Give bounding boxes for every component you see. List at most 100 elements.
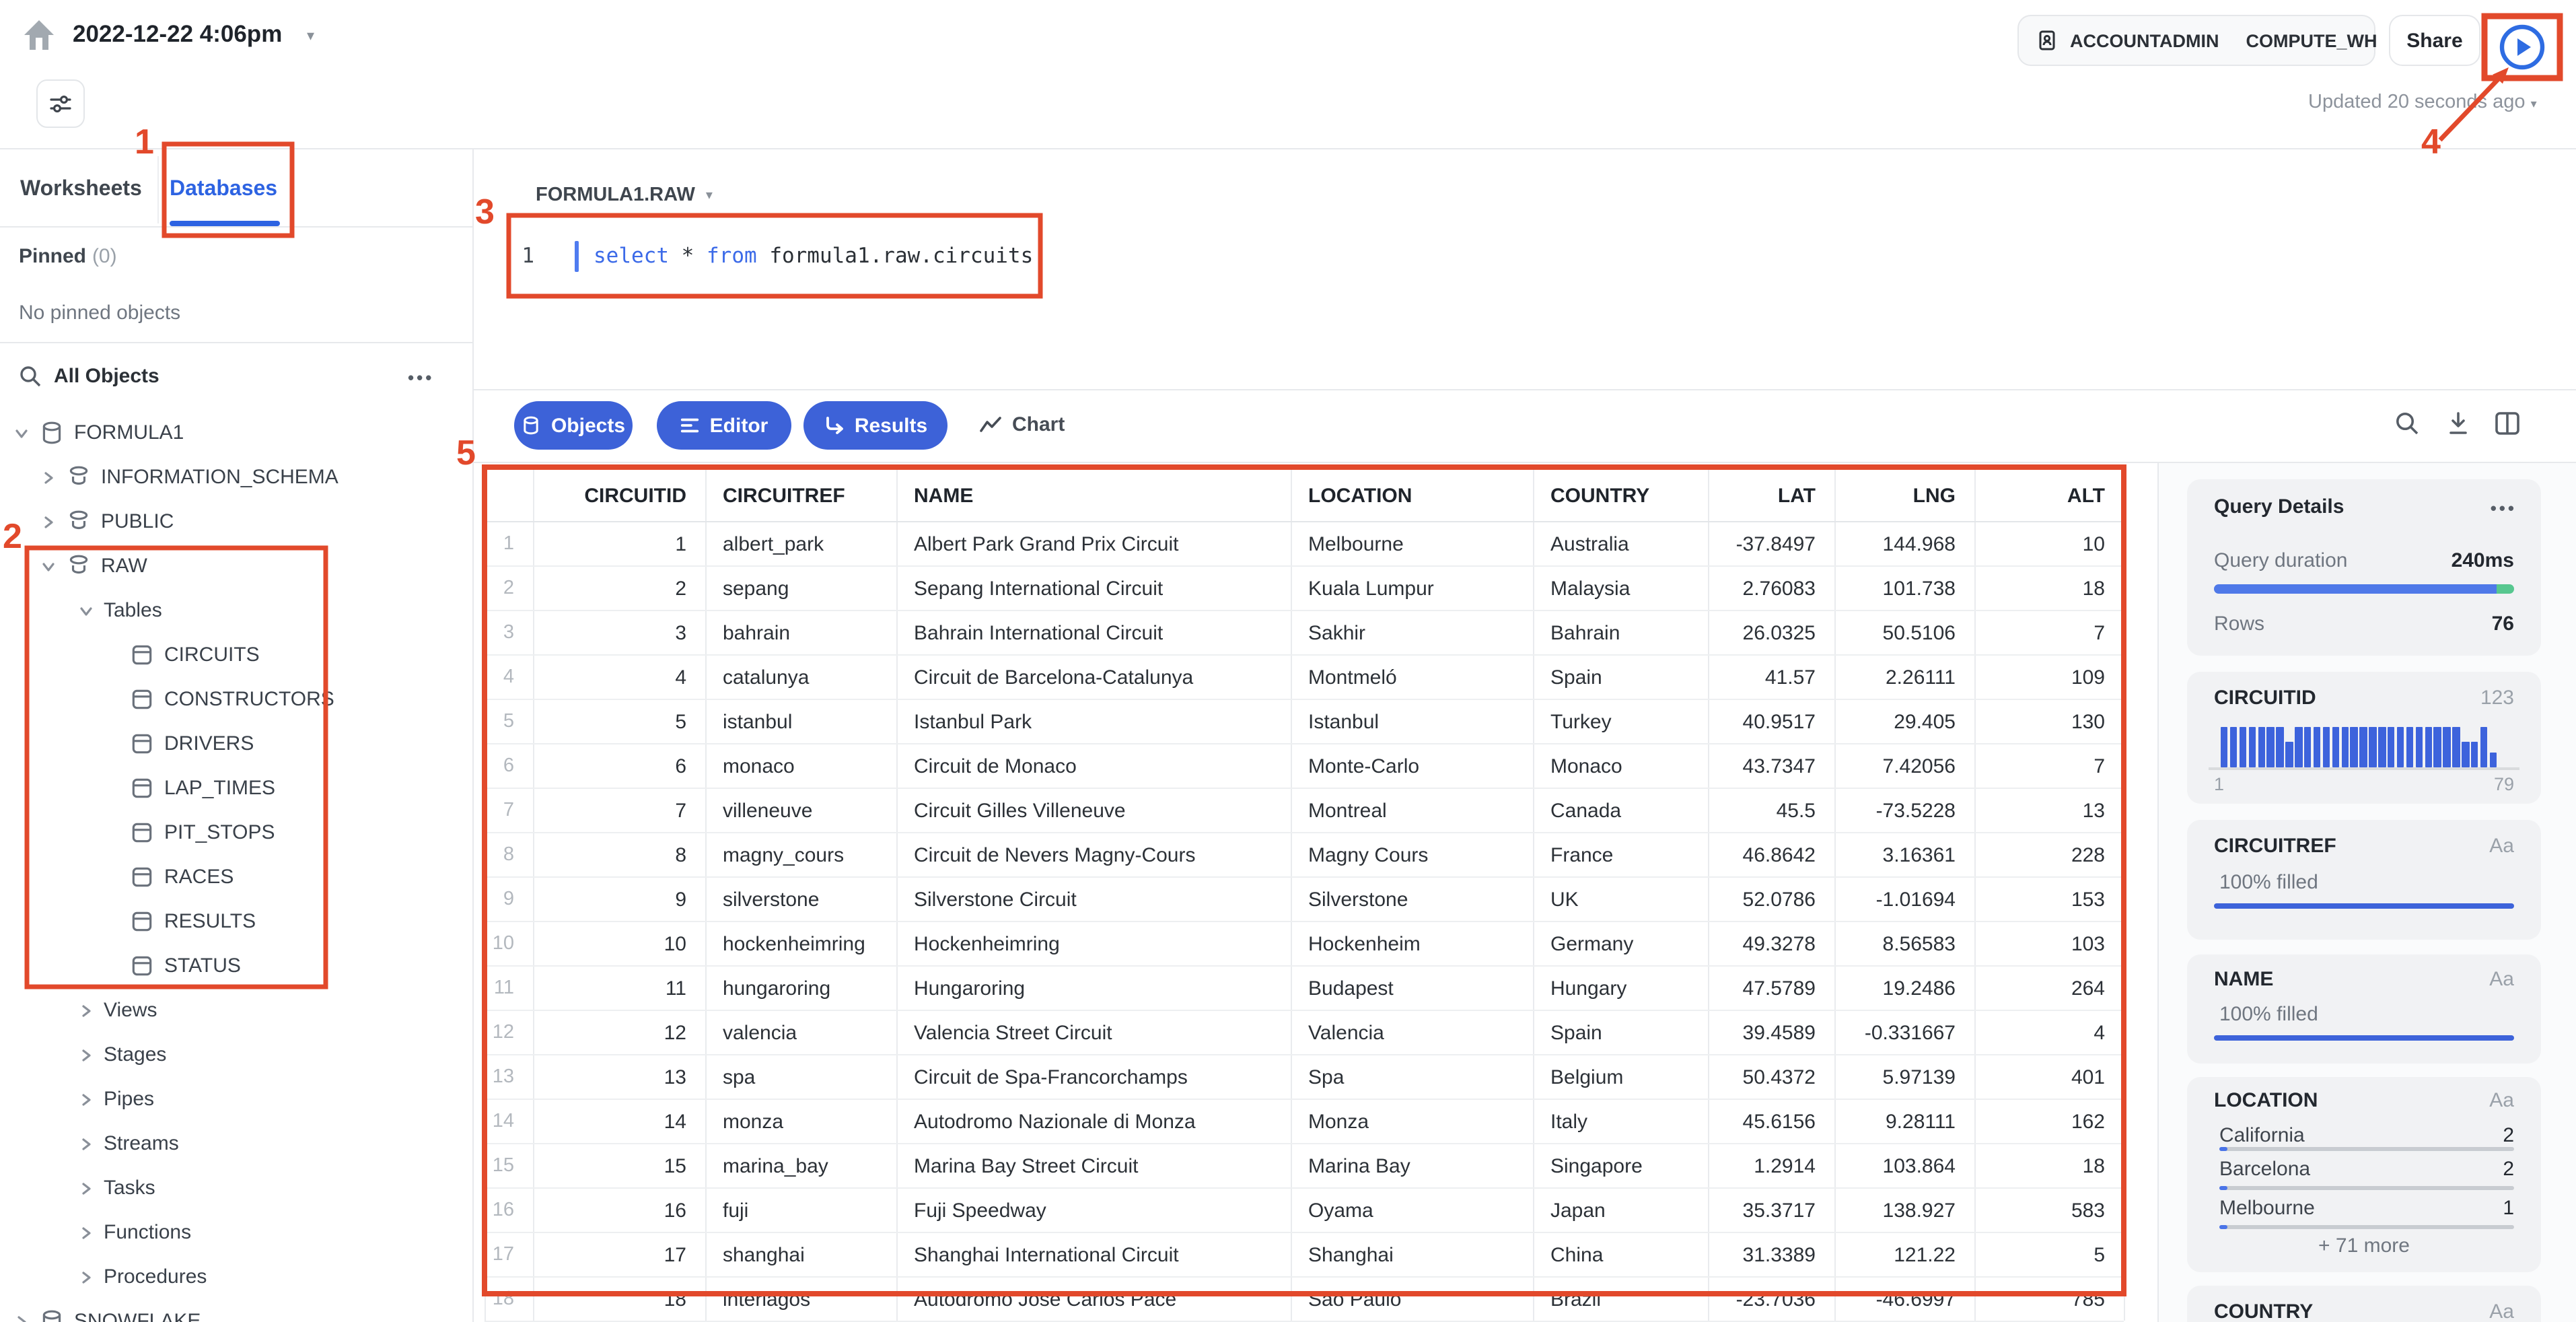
column-header-lat[interactable]: LAT — [1709, 470, 1836, 521]
circuitid-stat-card[interactable]: CIRCUITID 123 1 79 — [2187, 672, 2541, 804]
tree-item-raw[interactable]: RAW — [0, 544, 472, 588]
tree-item-functions[interactable]: Functions — [0, 1210, 472, 1255]
location-stat-card[interactable]: LOCATION Aa California 2 Barcelona 2 Mel… — [2187, 1077, 2541, 1272]
table-cell: 49.3278 — [1709, 922, 1836, 965]
updated-status[interactable]: Updated 20 seconds ago ▾ — [2308, 92, 2537, 113]
column-header-circuitid[interactable]: CIRCUITID — [534, 470, 707, 521]
tree-item-lap_times[interactable]: LAP_TIMES — [0, 766, 472, 810]
table-row[interactable]: 13 13 spa Circuit de Spa-Francorchamps Spa Be… — [485, 1055, 2125, 1100]
more-options-icon[interactable]: ••• — [408, 368, 434, 388]
worksheet-title[interactable]: 2022-12-22 4:06pm — [73, 20, 282, 48]
column-header-name[interactable]: NAME — [898, 470, 1292, 521]
chevron-right-icon[interactable] — [40, 469, 57, 485]
table-cell: silverstone — [707, 878, 898, 921]
search-results-icon[interactable] — [2394, 411, 2420, 436]
download-icon[interactable] — [2445, 411, 2471, 436]
search-icon[interactable] — [19, 365, 42, 388]
table-row[interactable]: 1 1 albert_park Albert Park Grand Prix Circ… — [485, 522, 2125, 567]
table-row[interactable]: 16 16 fuji Fuji Speedway Oyama Japan 35.3717 13… — [485, 1189, 2125, 1233]
tree-item-procedures[interactable]: Procedures — [0, 1255, 472, 1299]
chevron-right-icon[interactable] — [78, 1180, 94, 1196]
histogram-bar — [2239, 727, 2247, 767]
context-selector[interactable]: ACCOUNTADMIN COMPUTE_WH — [2017, 15, 2377, 66]
table-row[interactable]: 17 17 shanghai Shanghai International Circu… — [485, 1233, 2125, 1278]
tree-item-information_schema[interactable]: INFORMATION_SCHEMA — [0, 455, 472, 499]
tree-item-views[interactable]: Views — [0, 988, 472, 1033]
chart-icon[interactable] — [978, 413, 1003, 438]
object-search[interactable]: All Objects — [54, 365, 159, 388]
query-details-menu-icon[interactable]: ••• — [2491, 498, 2517, 518]
chevron-down-icon[interactable] — [13, 425, 30, 441]
table-cell: 153 — [1976, 878, 2125, 921]
circuitref-fill: 100% filled — [2219, 871, 2318, 894]
column-header-circuitref[interactable]: CIRCUITREF — [707, 470, 898, 521]
table-row[interactable]: 7 7 villeneuve Circuit Gilles Villeneuve Mon… — [485, 789, 2125, 833]
location-more-link[interactable]: + 71 more — [2187, 1234, 2541, 1257]
tree-item-snowflake[interactable]: SNOWFLAKE — [0, 1299, 472, 1322]
table-row[interactable]: 18 18 interlagos Autódromo José Carlos Pace… — [485, 1278, 2125, 1322]
tab-editor[interactable]: Editor — [657, 401, 791, 450]
table-row[interactable]: 11 11 hungaroring Hungaroring Budapest Hungar… — [485, 967, 2125, 1011]
table-cell: 16 — [486, 1189, 534, 1232]
share-button[interactable]: Share — [2389, 15, 2480, 66]
table-row[interactable]: 2 2 sepang Sepang International Circuit Kual… — [485, 567, 2125, 611]
chevron-right-icon[interactable] — [13, 1313, 30, 1322]
tab-worksheets[interactable]: Worksheets — [20, 178, 142, 202]
tab-databases[interactable]: Databases — [170, 178, 277, 202]
chevron-right-icon[interactable] — [78, 1136, 94, 1152]
tab-results[interactable]: Results — [803, 401, 947, 450]
table-row[interactable]: 5 5 istanbul Istanbul Park Istanbul Turkey 40.… — [485, 700, 2125, 744]
chevron-right-icon[interactable] — [78, 1091, 94, 1107]
tree-item-results[interactable]: RESULTS — [0, 899, 472, 944]
table-cell: magny_cours — [707, 833, 898, 876]
sql-editor-line[interactable]: select * from formula1.raw.circuits — [594, 240, 1033, 272]
chevron-down-icon[interactable] — [78, 602, 94, 619]
chevron-down-icon[interactable] — [40, 558, 57, 574]
column-header-alt[interactable]: ALT — [1976, 470, 2125, 521]
home-icon[interactable] — [22, 18, 57, 53]
tree-item-streams[interactable]: Streams — [0, 1121, 472, 1166]
tree-item-pit_stops[interactable]: PIT_STOPS — [0, 810, 472, 855]
table-row[interactable]: 6 6 monaco Circuit de Monaco Monte-Carlo Mona… — [485, 744, 2125, 789]
tree-item-drivers[interactable]: DRIVERS — [0, 722, 472, 766]
tree-item-stages[interactable]: Stages — [0, 1033, 472, 1077]
circuitref-stat-card[interactable]: CIRCUITREF Aa 100% filled — [2187, 820, 2541, 940]
column-header-country[interactable]: COUNTRY — [1534, 470, 1709, 521]
tree-item-circuits[interactable]: CIRCUITS — [0, 633, 472, 677]
chevron-right-icon[interactable] — [78, 1269, 94, 1285]
table-cell: 1 — [486, 522, 534, 565]
tree-item-public[interactable]: PUBLIC — [0, 499, 472, 544]
tree-item-tasks[interactable]: Tasks — [0, 1166, 472, 1210]
country-title: COUNTRY — [2214, 1300, 2314, 1322]
country-stat-card[interactable]: COUNTRY Aa — [2187, 1286, 2541, 1322]
tree-item-status[interactable]: STATUS — [0, 944, 472, 988]
name-stat-card[interactable]: NAME Aa 100% filled — [2187, 954, 2541, 1064]
chevron-right-icon[interactable] — [78, 1047, 94, 1063]
column-header-lng[interactable]: LNG — [1836, 470, 1976, 521]
table-row[interactable]: 3 3 bahrain Bahrain International Circuit Sa… — [485, 611, 2125, 656]
run-button[interactable] — [2489, 18, 2556, 77]
table-row[interactable]: 9 9 silverstone Silverstone Circuit Silverst… — [485, 878, 2125, 922]
table-row[interactable]: 8 8 magny_cours Circuit de Nevers Magny-Cou… — [485, 833, 2125, 878]
column-header-rownum[interactable] — [486, 470, 534, 521]
table-row[interactable]: 15 15 marina_bay Marina Bay Street Circuit M… — [485, 1144, 2125, 1189]
tab-chart[interactable]: Chart — [1012, 413, 1065, 436]
chevron-right-icon[interactable] — [78, 1002, 94, 1018]
tree-item-pipes[interactable]: Pipes — [0, 1077, 472, 1121]
tree-item-formula1[interactable]: FORMULA1 — [0, 411, 472, 455]
chevron-down-icon[interactable]: ▾ — [307, 27, 314, 44]
tree-item-races[interactable]: RACES — [0, 855, 472, 899]
chevron-right-icon[interactable] — [40, 514, 57, 530]
tree-item-tables[interactable]: Tables — [0, 588, 472, 633]
table-row[interactable]: 14 14 monza Autodromo Nazionale di Monza Mon… — [485, 1100, 2125, 1144]
editor-context-selector[interactable]: FORMULA1.RAW ▾ — [536, 184, 713, 206]
tree-item-constructors[interactable]: CONSTRUCTORS — [0, 677, 472, 722]
columns-panel-icon[interactable] — [2494, 411, 2521, 436]
table-row[interactable]: 12 12 valencia Valencia Street Circuit Valen… — [485, 1011, 2125, 1055]
column-header-location[interactable]: LOCATION — [1292, 470, 1534, 521]
filters-button[interactable] — [36, 79, 85, 128]
table-row[interactable]: 10 10 hockenheimring Hockenheimring Hockenhe… — [485, 922, 2125, 967]
chevron-right-icon[interactable] — [78, 1224, 94, 1241]
tab-objects[interactable]: Objects — [514, 401, 633, 450]
table-row[interactable]: 4 4 catalunya Circuit de Barcelona-Cataluny… — [485, 656, 2125, 700]
